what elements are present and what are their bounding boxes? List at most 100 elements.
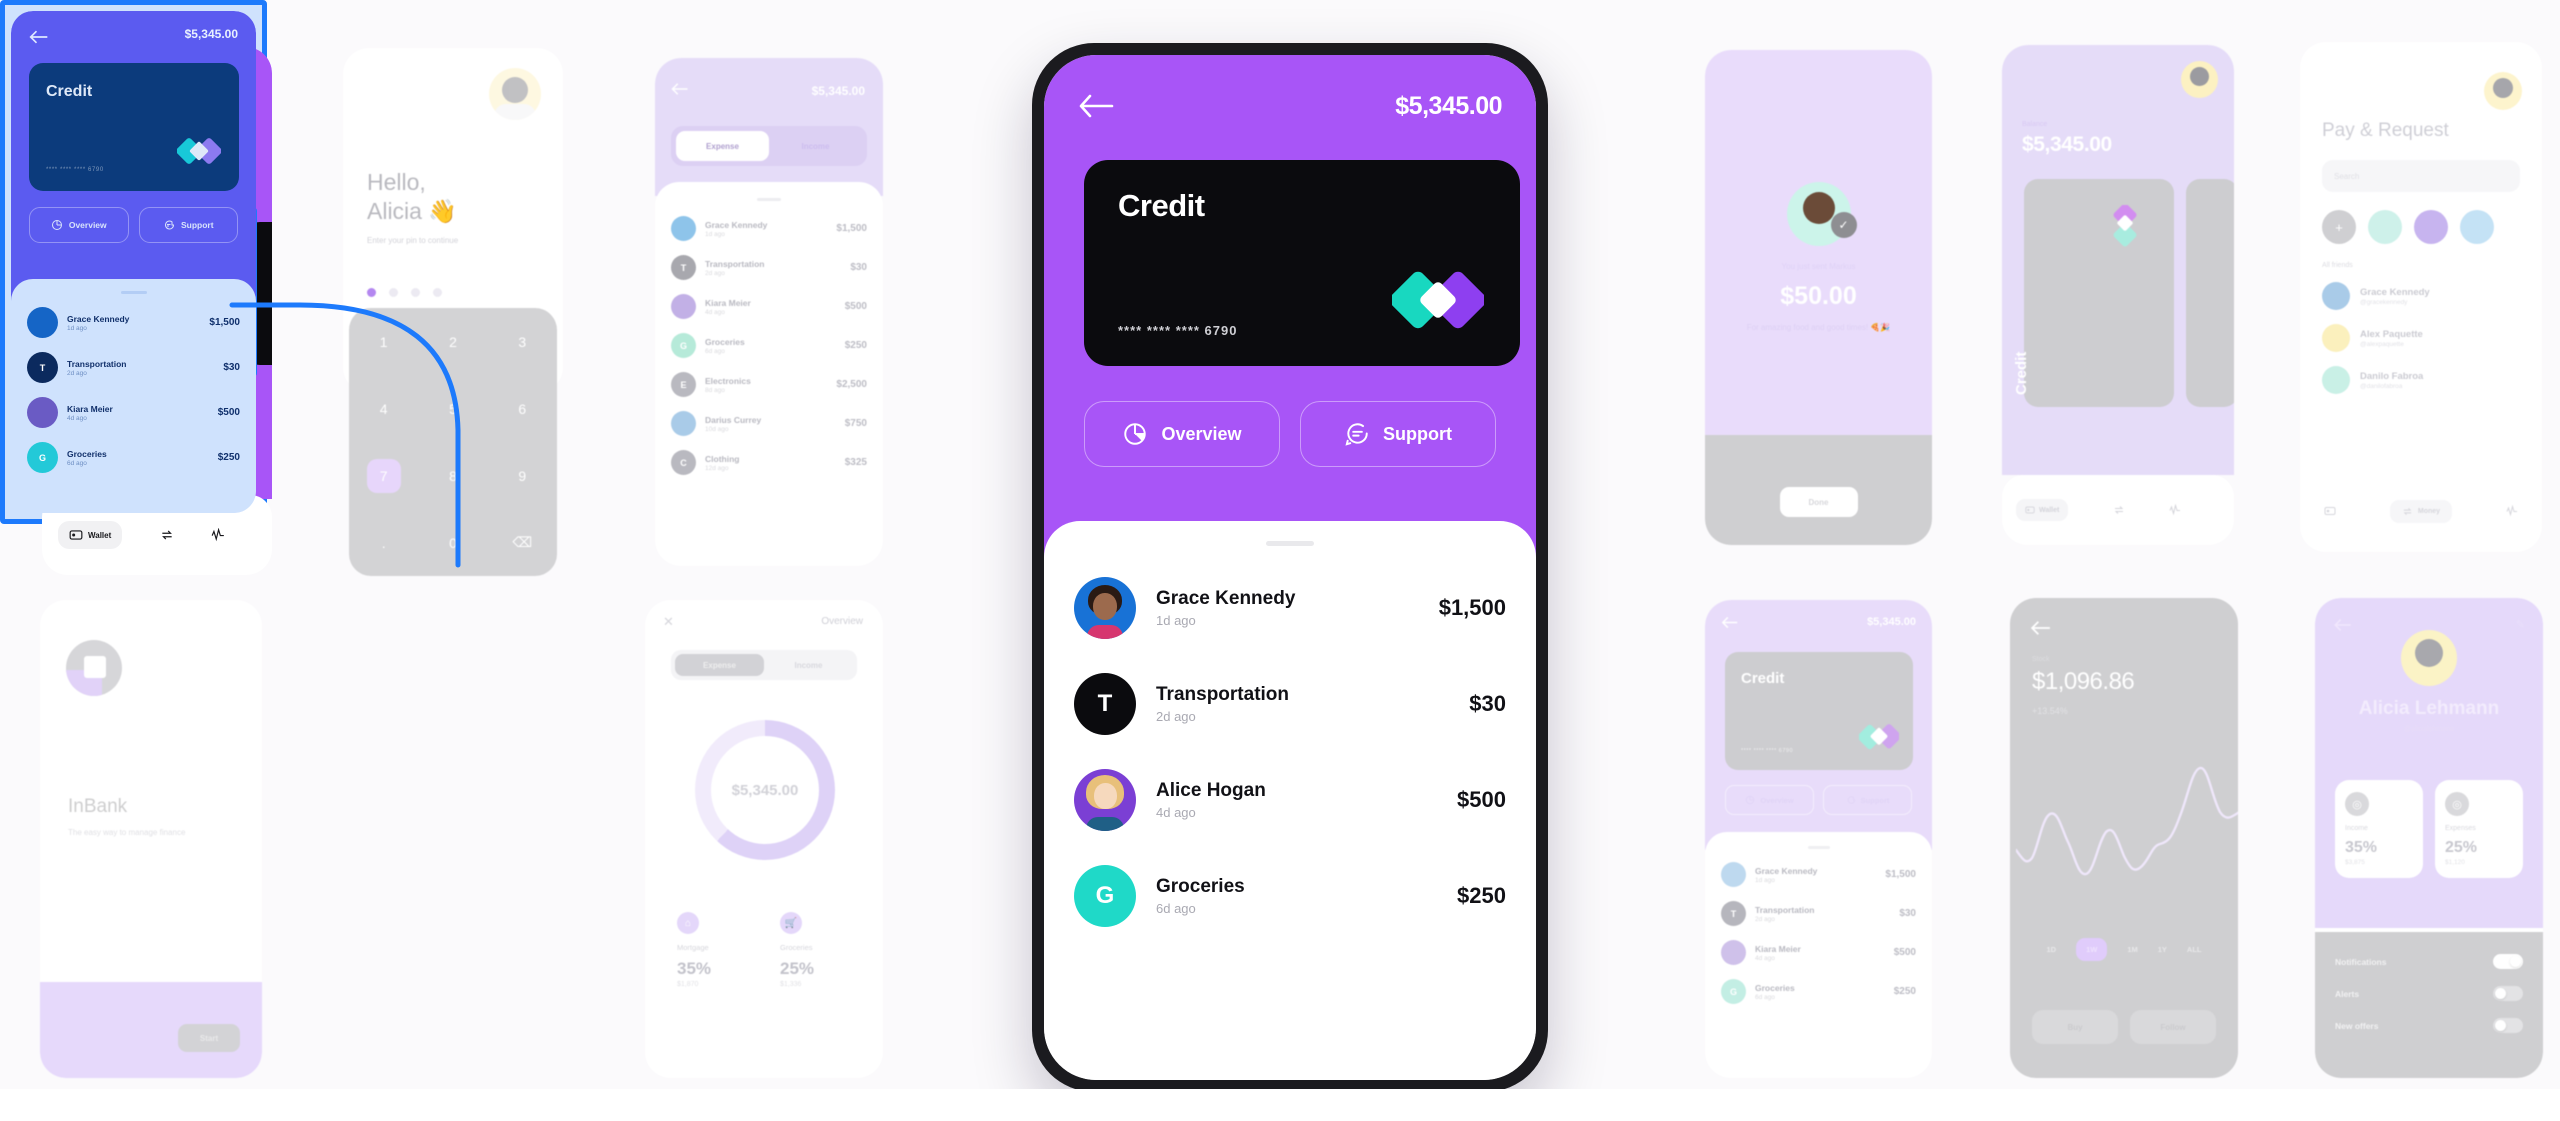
activity-icon[interactable] — [2506, 505, 2518, 517]
key-1[interactable]: 1 — [380, 334, 388, 350]
list-item[interactable]: Kiara Meier 4d ago $500 — [11, 390, 256, 435]
range-all[interactable]: ALL — [2187, 945, 2202, 954]
expense-income-tabs[interactable]: Expense Income — [671, 650, 857, 680]
list-item[interactable]: E Electronics 8d ago $2,500 — [655, 365, 883, 404]
overview-button[interactable]: Overview — [1725, 785, 1814, 815]
artboard-profile[interactable]: ✎ Alicia Lehmann @alicialehmann ◎ Income… — [2315, 598, 2543, 1078]
back-arrow-icon[interactable] — [1078, 93, 1114, 119]
toggle-new-offers[interactable] — [2493, 1018, 2523, 1033]
avatar[interactable] — [489, 68, 541, 120]
avatar[interactable] — [2484, 72, 2522, 110]
overview-button[interactable]: Overview — [1084, 401, 1280, 467]
expense-income-tabs[interactable]: Expense Income — [671, 126, 867, 166]
key-9[interactable]: 9 — [518, 468, 526, 484]
stat-card[interactable]: ⌂ Mortgage 35% $1,870 — [667, 900, 758, 1000]
edit-icon[interactable]: ✎ — [2516, 618, 2525, 631]
artboard-overview-donut[interactable]: ✕ Overview Expense Income $5,345.00 ⌂ Mo… — [645, 600, 883, 1078]
transfer-icon[interactable] — [160, 528, 174, 542]
list-item[interactable]: G Groceries 6d ago $250 — [11, 435, 256, 480]
table-row[interactable]: Grace Kennedy 1d ago $1,500 — [1044, 560, 1536, 656]
drag-handle[interactable] — [1266, 541, 1314, 546]
list-item[interactable]: G Groceries 6d ago $250 — [1705, 972, 1932, 1011]
list-item[interactable]: T Transportation 2d ago $30 — [1705, 894, 1932, 933]
search-input[interactable]: Search — [2322, 160, 2520, 192]
quick-contact[interactable] — [2414, 210, 2448, 244]
stock-range-tabs[interactable]: 1D 1W 1M 1Y ALL — [2010, 938, 2238, 961]
bottom-nav[interactable]: Wallet — [2002, 475, 2234, 545]
artboard-splash[interactable]: InBank The easy way to manage finance St… — [40, 600, 262, 1078]
key-4[interactable]: 4 — [380, 401, 388, 417]
artboard-expense-list[interactable]: $5,345.00 Expense Income Grace Kennedy 1d… — [655, 58, 883, 566]
drag-handle[interactable] — [1807, 846, 1830, 849]
quick-contact[interactable] — [2460, 210, 2494, 244]
list-item[interactable]: Darius Currey 10d ago $750 — [655, 404, 883, 443]
back-arrow-icon[interactable] — [29, 29, 49, 45]
key-8[interactable]: 8 — [449, 468, 457, 484]
table-row[interactable]: T Transportation 2d ago $30 — [1044, 656, 1536, 752]
key-2[interactable]: 2 — [449, 334, 457, 350]
setting-row[interactable]: New offers — [2335, 1018, 2523, 1033]
activity-icon[interactable] — [211, 528, 225, 542]
stat-card[interactable]: 🛒 Groceries 25% $1,336 — [770, 900, 861, 1000]
credit-card[interactable]: Credit — [2013, 179, 2174, 407]
setting-row[interactable]: Notifications — [2335, 954, 2523, 969]
list-item[interactable]: Grace Kennedy 1d ago $1,500 — [1705, 855, 1932, 894]
tab-income[interactable]: Income — [764, 654, 853, 676]
list-item[interactable]: G Groceries 6d ago $250 — [655, 326, 883, 365]
done-button[interactable]: Done — [1779, 487, 1858, 517]
tab-expense[interactable]: Expense — [675, 654, 764, 676]
artboard-card-detail-selected[interactable]: $5,345.00 Credit **** **** **** 6790 Ove… — [0, 0, 267, 524]
nav-item-wallet[interactable]: Wallet — [2016, 499, 2069, 521]
wallet-icon[interactable] — [2324, 505, 2336, 517]
key-3[interactable]: 3 — [518, 334, 526, 350]
artboard-pin-entry[interactable]: Hello, Alicia 👋 Enter your pin to contin… — [343, 48, 563, 583]
tab-expense[interactable]: Expense — [676, 131, 769, 161]
artboard-money-sent[interactable]: ✓ You just sent Markus $50.00 For amazin… — [1705, 50, 1932, 545]
list-item[interactable]: Alex Paquette @alexpaquette — [2322, 324, 2520, 352]
support-button[interactable]: Support — [1823, 785, 1912, 815]
credit-card[interactable]: Credit **** **** **** 6790 — [29, 63, 239, 191]
toggle-notifications[interactable] — [2493, 954, 2523, 969]
avatar[interactable] — [2181, 61, 2218, 98]
pin-keypad[interactable]: 1 2 3 4 5 6 7 8 9 . 0 ⌫ — [349, 308, 557, 576]
list-item[interactable]: Grace Kennedy 1d ago $1,500 — [655, 209, 883, 248]
range-1d[interactable]: 1D — [2046, 945, 2056, 954]
list-item[interactable]: Danilo Fabroa @danilofabroa — [2322, 366, 2520, 394]
toggle-alerts[interactable] — [2493, 986, 2523, 1001]
artboard-pay-request[interactable]: Pay & Request Search + All friends Grace… — [2300, 42, 2542, 552]
main-phone-device[interactable]: $5,345.00 Credit **** **** **** 6790 Ove… — [1032, 43, 1548, 1092]
range-1m[interactable]: 1M — [2127, 945, 2137, 954]
stat-card[interactable]: ◎ Expenses 25% $1,120 — [2435, 780, 2523, 878]
drag-handle[interactable] — [757, 198, 781, 201]
table-row[interactable]: G Groceries 6d ago $250 — [1044, 848, 1536, 944]
follow-button[interactable]: Follow — [2130, 1010, 2216, 1044]
artboard-stock-detail[interactable]: Stock $1,096.86 +13.54% 1D 1W 1M 1Y ALL … — [2010, 598, 2238, 1078]
back-arrow-icon[interactable] — [2333, 618, 2353, 632]
stat-card[interactable]: ◎ Income 35% $3,875 — [2335, 780, 2423, 878]
key-backspace[interactable]: ⌫ — [512, 534, 532, 551]
list-item[interactable]: Kiara Meier 4d ago $500 — [1705, 933, 1932, 972]
buy-button[interactable]: Buy — [2032, 1010, 2118, 1044]
list-item[interactable]: T Transportation 2d ago $30 — [11, 345, 256, 390]
list-item[interactable]: T Transportation 2d ago $30 — [655, 248, 883, 287]
back-arrow-icon[interactable] — [671, 82, 689, 96]
nav-item-money[interactable]: Money — [2389, 499, 2453, 523]
artboard-wallet-home-ghost[interactable]: Balance $5,345.00 Credit Wallet — [2002, 45, 2234, 545]
artboard-card-detail-ghost[interactable]: $5,345.00 Credit **** **** **** 6790 Ove… — [1705, 600, 1932, 1078]
back-arrow-icon[interactable] — [2030, 620, 2052, 636]
tab-income[interactable]: Income — [769, 131, 862, 161]
list-item[interactable]: Grace Kennedy @gracekennedy — [2322, 282, 2520, 310]
list-item[interactable]: Grace Kennedy 1d ago $1,500 — [11, 300, 256, 345]
key-5[interactable]: 5 — [449, 401, 457, 417]
key-6[interactable]: 6 — [518, 401, 526, 417]
card-stack-behind[interactable] — [2186, 179, 2234, 407]
list-item[interactable]: C Clothing 12d ago $325 — [655, 443, 883, 482]
start-button[interactable]: Start — [178, 1024, 240, 1052]
credit-card[interactable]: Credit **** **** **** 6790 — [1084, 160, 1520, 366]
transfer-icon[interactable] — [2113, 504, 2125, 516]
nav-item-wallet[interactable]: Wallet — [58, 521, 123, 549]
list-item[interactable]: Kiara Meier 4d ago $500 — [655, 287, 883, 326]
overview-button[interactable]: Overview — [29, 207, 129, 243]
setting-row[interactable]: Alerts — [2335, 986, 2523, 1001]
key-dot[interactable]: . — [382, 535, 386, 551]
